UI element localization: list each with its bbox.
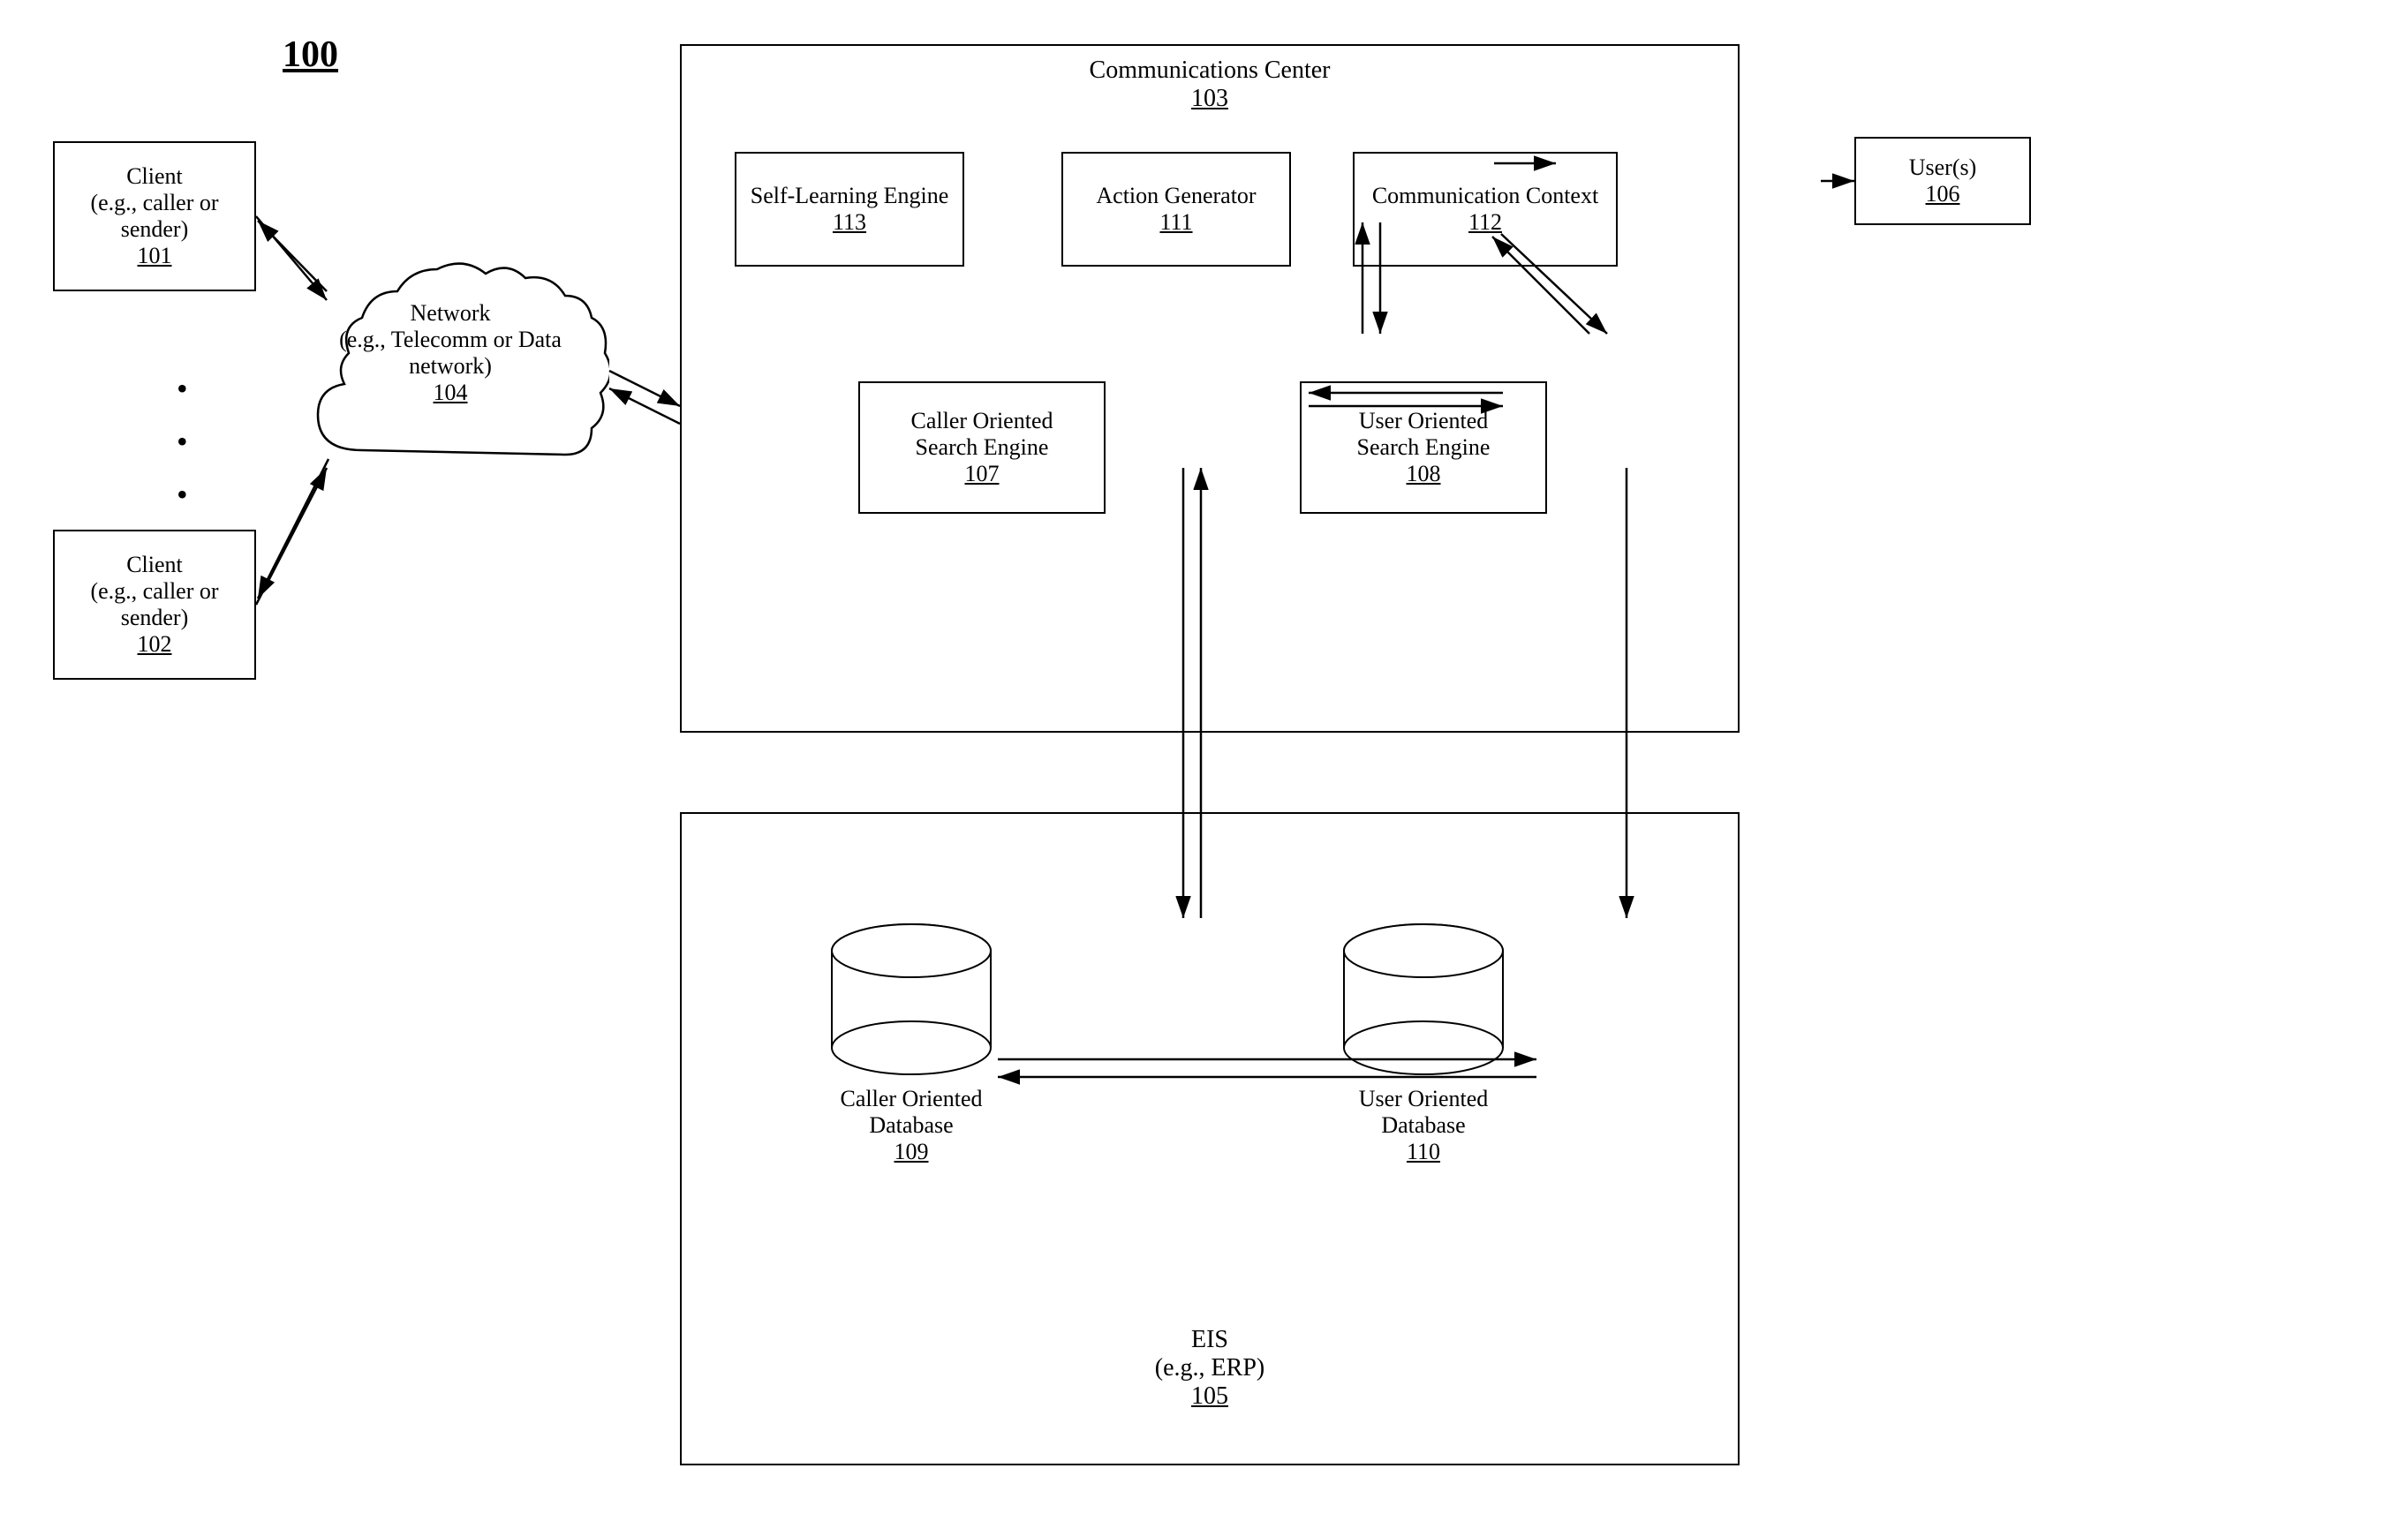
client2-line1: Client: [126, 552, 183, 578]
comm-center-ref: 103: [682, 85, 1738, 113]
caller-search-ref: 107: [965, 461, 1000, 487]
user-search-line1: User Oriented: [1359, 408, 1489, 434]
user-search-line2: Search Engine: [1357, 434, 1491, 461]
users-ref: 106: [1926, 181, 1960, 207]
dots: • • •: [177, 362, 188, 521]
eis-box: EIS (e.g., ERP) 105 Caller Oriented Data…: [680, 812, 1740, 1465]
eis-line2: (e.g., ERP): [682, 1354, 1738, 1382]
user-search-box: User Oriented Search Engine 108: [1300, 381, 1547, 514]
network-line2: (e.g., Telecomm or Data: [327, 327, 574, 353]
client2-box: Client (e.g., caller or sender) 102: [53, 530, 256, 680]
caller-db-container: Caller Oriented Database 109: [823, 920, 1000, 1165]
client1-ref: 101: [138, 243, 172, 269]
comm-context-box: Communication Context 112: [1353, 152, 1618, 267]
caller-search-line2: Search Engine: [916, 434, 1049, 461]
comm-context-ref: 112: [1468, 209, 1502, 236]
client2-line2: (e.g., caller or: [90, 578, 218, 605]
network-ref: 104: [327, 380, 574, 406]
comm-center-box: Communications Center 103 Self-Learning …: [680, 44, 1740, 733]
client1-line1: Client: [126, 163, 183, 190]
caller-search-box: Caller Oriented Search Engine 107: [858, 381, 1106, 514]
client1-line2: (e.g., caller or: [90, 190, 218, 216]
users-label: User(s): [1909, 154, 1977, 181]
client1-line3: sender): [121, 216, 189, 243]
caller-db-label: Caller Oriented Database 109: [841, 1086, 983, 1165]
action-generator-label: Action Generator: [1096, 183, 1256, 209]
user-db-container: User Oriented Database 110: [1335, 920, 1512, 1165]
self-learning-ref: 113: [833, 209, 866, 236]
main-title: 100: [283, 34, 338, 76]
network-cloud: Network (e.g., Telecomm or Data network)…: [291, 230, 609, 521]
comm-context-label: Communication Context: [1372, 183, 1598, 209]
action-generator-ref: 111: [1159, 209, 1192, 236]
network-line1: Network: [327, 300, 574, 327]
eis-label: EIS: [682, 1326, 1738, 1354]
client1-box: Client (e.g., caller or sender) 101: [53, 141, 256, 291]
users-box: User(s) 106: [1854, 137, 2031, 225]
self-learning-box: Self-Learning Engine 113: [735, 152, 964, 267]
eis-ref: 105: [682, 1382, 1738, 1411]
client2-line3: sender): [121, 605, 189, 631]
self-learning-label: Self-Learning Engine: [751, 183, 949, 209]
user-search-ref: 108: [1407, 461, 1441, 487]
network-line3: network): [327, 353, 574, 380]
user-db-label: User Oriented Database 110: [1359, 1086, 1489, 1165]
client2-ref: 102: [138, 631, 172, 658]
caller-search-line1: Caller Oriented: [911, 408, 1053, 434]
action-generator-box: Action Generator 111: [1061, 152, 1291, 267]
comm-center-label: Communications Center: [682, 56, 1738, 85]
